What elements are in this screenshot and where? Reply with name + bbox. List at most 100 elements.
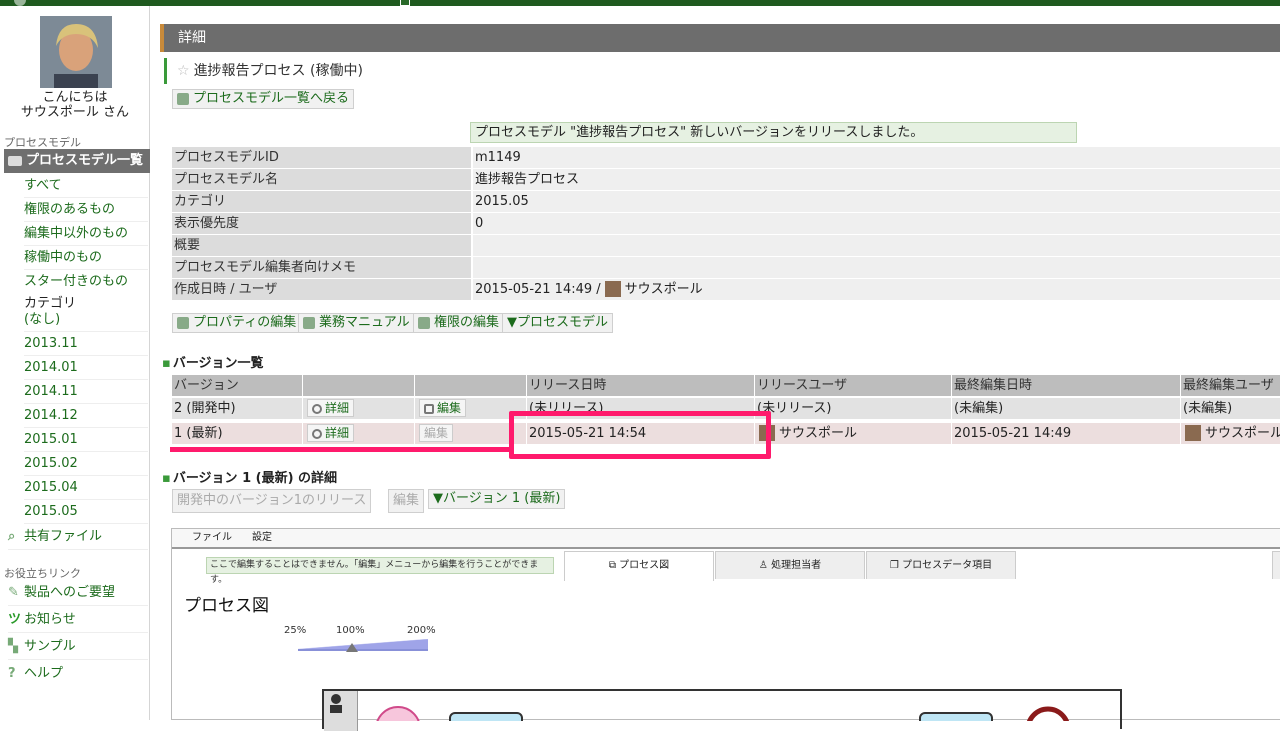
- sidebar-item-permitted[interactable]: 権限のあるもの: [24, 198, 148, 222]
- sidebar-item-starred[interactable]: スター付きのもの: [24, 270, 148, 294]
- diagram-shapes: [376, 706, 1070, 721]
- versions-title: ▪ バージョン一覧: [162, 356, 264, 371]
- edit-user-cell: サウスポール: [1181, 423, 1280, 444]
- edit-hint: ここで編集することはできません。「編集」メニューから編集を行うことができます。: [206, 557, 554, 585]
- tab-process-data[interactable]: ❐ プロセスデータ項目: [866, 551, 1016, 579]
- panel-header: 詳細: [160, 24, 1280, 52]
- manual-button[interactable]: 業務マニュアル: [298, 313, 415, 333]
- category-item[interactable]: 2015.05: [24, 500, 148, 524]
- back-to-list-button[interactable]: プロセスモデル一覧へ戻る: [172, 89, 355, 109]
- table-row: 詳細: [303, 423, 414, 444]
- prop-row: 作成日時 / ユーザ 2015-05-21 14:49 /サウスポール: [172, 279, 1280, 301]
- category-item[interactable]: 2015.02: [24, 452, 148, 476]
- link-feature-request[interactable]: ✎ 製品へのご要望: [8, 580, 148, 606]
- pencil-icon: [424, 403, 434, 414]
- diagram-icon: ⧉: [608, 560, 620, 571]
- sidebar-item-shared-files[interactable]: ⌕ 共有ファイル: [8, 524, 148, 550]
- release-user-cell: サウスポール: [755, 423, 951, 444]
- user-name[interactable]: サウスポール: [625, 282, 703, 297]
- properties-icon: [177, 316, 189, 329]
- list-icon: [8, 155, 22, 166]
- editor-menu-bar: ファイル 設定: [172, 529, 1280, 549]
- edit-date-cell: 2015-05-21 14:49: [952, 423, 1180, 444]
- link-news[interactable]: ツお知らせ: [8, 607, 148, 633]
- detail-button[interactable]: 詳細: [307, 399, 355, 417]
- col-release-date: リリース日時: [527, 375, 754, 396]
- col-edit-date: 最終編集日時: [952, 375, 1180, 396]
- link-help[interactable]: ? ヘルプ: [8, 661, 148, 687]
- highlight-box: [509, 411, 771, 459]
- tab-assignees[interactable]: ♙ 処理担当者: [715, 551, 865, 579]
- process-editor: ファイル 設定 ここで編集することはできません。「編集」メニューから編集を行うこ…: [171, 528, 1280, 731]
- process-model-menu[interactable]: ▼プロセスモデル: [502, 313, 613, 333]
- sidebar-item-process-list[interactable]: プロセスモデル一覧: [4, 149, 150, 173]
- data-icon: ❐: [889, 560, 903, 571]
- prop-row: 表示優先度 0: [172, 213, 1280, 235]
- sidebar-item-all[interactable]: すべて: [24, 174, 148, 198]
- greeting: こんにちは サウスポール さん: [20, 90, 130, 120]
- table-row: 詳細: [303, 398, 414, 419]
- category-item[interactable]: 2015.04: [24, 476, 148, 500]
- help-icon: ?: [8, 666, 16, 681]
- edit-button-disabled: 編集: [419, 424, 454, 442]
- permission-icon: [418, 316, 430, 329]
- release-notice: プロセスモデル "進捗報告プロセス" 新しいバージョンをリリースしました。: [470, 122, 1077, 143]
- col-edit: [415, 375, 526, 396]
- edit-button[interactable]: 編集: [419, 399, 467, 417]
- search-file-icon: ⌕: [8, 529, 16, 544]
- category-item[interactable]: 2014.12: [24, 404, 148, 428]
- person-icon: ♙: [758, 560, 772, 571]
- highlight-underline: [170, 447, 512, 452]
- avatar[interactable]: [40, 16, 112, 88]
- category-item[interactable]: (なし): [24, 308, 148, 332]
- category-item[interactable]: 2014.01: [24, 356, 148, 380]
- zoom-handle[interactable]: [346, 643, 358, 652]
- col-version: バージョン: [172, 375, 302, 396]
- manual-icon: [303, 316, 315, 329]
- release-user-cell: (未リリース): [755, 398, 951, 419]
- prop-row: カテゴリ 2015.05: [172, 191, 1280, 213]
- edit-user-cell: (未編集): [1181, 398, 1280, 419]
- detail-button[interactable]: 詳細: [307, 424, 355, 442]
- menu-settings[interactable]: 設定: [252, 529, 272, 547]
- col-detail: [303, 375, 414, 396]
- comment-icon: ✎: [8, 585, 19, 600]
- toolbar-icon[interactable]: [400, 0, 410, 6]
- star-icon[interactable]: ☆: [177, 63, 190, 79]
- category-item[interactable]: 2015.01: [24, 428, 148, 452]
- prop-row: プロセスモデルID m1149: [172, 147, 1280, 169]
- edit-date-cell: (未編集): [952, 398, 1180, 419]
- prop-row: プロセスモデル編集者向けメモ: [172, 257, 1280, 279]
- edit-version-button: 編集: [388, 489, 425, 513]
- user-avatar: [604, 280, 621, 297]
- prop-row: プロセスモデル名 進捗報告プロセス: [172, 169, 1280, 191]
- version-cell: 1 (最新): [172, 423, 302, 444]
- sidebar-item-not-editing[interactable]: 編集中以外のもの: [24, 222, 148, 246]
- category-item[interactable]: 2014.11: [24, 380, 148, 404]
- version-detail-title: ▪ バージョン 1 (最新) の詳細: [162, 471, 338, 486]
- section-label-process: プロセスモデル: [4, 136, 81, 149]
- version-menu[interactable]: ▼バージョン 1 (最新): [428, 489, 566, 509]
- sidebar: こんにちは サウスポール さん プロセスモデル プロセスモデル一覧 すべて 権限…: [0, 6, 150, 720]
- canvas-title: プロセス図: [184, 596, 269, 616]
- sample-icon: ▚: [8, 639, 18, 654]
- sidebar-item-running[interactable]: 稼働中のもの: [24, 246, 148, 270]
- menu-file[interactable]: ファイル: [192, 529, 232, 547]
- magnify-icon: [312, 403, 322, 414]
- version-cell: 2 (開発中): [172, 398, 302, 419]
- tab-process-diagram[interactable]: ⧉ プロセス図: [564, 551, 714, 581]
- section-label-links: お役立ちリンク: [4, 567, 81, 580]
- release-version-button: 開発中のバージョン1のリリース: [172, 489, 372, 513]
- col-release-user: リリースユーザ: [755, 375, 951, 396]
- link-sample[interactable]: ▚ サンプル: [8, 634, 148, 660]
- category-item[interactable]: 2013.11: [24, 332, 148, 356]
- zoom-track[interactable]: [298, 639, 428, 651]
- edit-properties-button[interactable]: プロパティの編集: [172, 313, 302, 333]
- tab-more[interactable]: [1272, 551, 1280, 579]
- col-edit-user: 最終編集ユーザ: [1181, 375, 1280, 396]
- page-title: ☆ 進捗報告プロセス (稼働中): [164, 58, 1280, 84]
- back-icon: [177, 92, 189, 105]
- edit-permissions-button[interactable]: 権限の編集: [413, 313, 505, 333]
- user-avatar: [1185, 424, 1201, 441]
- top-bar: [0, 0, 1280, 6]
